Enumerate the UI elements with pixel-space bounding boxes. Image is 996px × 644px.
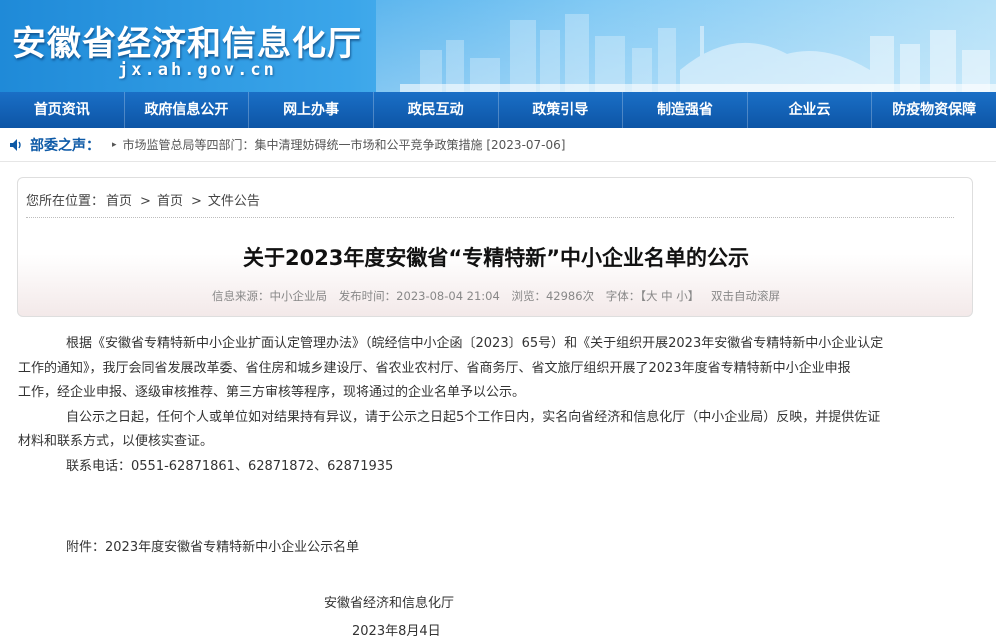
site-domain[interactable]: jx.ah.gov.cn [118,60,277,80]
speaker-icon [10,138,21,151]
paragraph-line: 工作的通知》，我厅会同省发展改革委、省住房和城乡建设厅、省农业农村厅、省商务厅、… [18,360,851,376]
paragraph-line: 自公示之日起，任何个人或单位如对结果持有异议，请于公示之日起5个工作日内，实名向… [66,409,881,425]
attachment-link[interactable]: 附件：2023年度安徽省专精特新中小企业公示名单 [66,536,359,555]
paragraph-line: 根据《安徽省专精特新中小企业扩面认定管理办法》（皖经信中小企函〔2023〕65号… [66,336,884,351]
news-ticker: 部委之声： ▸ 市场监管总局等四部门：集中清理妨碍统一市场和公平竞争政策措施 [… [0,128,996,162]
city-skyline-illustration [400,14,996,92]
meta-font-label: 字体： [605,289,641,303]
article-title: 关于2023年度安徽省“专精特新”中小企业名单的公示 [242,246,750,270]
breadcrumb-separator: > [140,194,151,209]
site-title[interactable]: 安徽省经济和信息化厅 [12,16,362,65]
nav-item-interaction[interactable]: 政民互动 [374,92,499,128]
site-banner: 安徽省经济和信息化厅 jx.ah.gov.cn [0,0,996,92]
article-body: 根据《安徽省专精特新中小企业扩面认定管理办法》（皖经信中小企函〔2023〕65号… [18,332,958,479]
nav-item-online-services[interactable]: 网上办事 [249,92,374,128]
nav-item-news[interactable]: 首页资讯 [0,92,125,128]
nav-item-policy[interactable]: 政策引导 [499,92,624,128]
breadcrumb-divider [26,217,954,218]
nav-item-gov-info[interactable]: 政府信息公开 [125,92,250,128]
breadcrumb-home-link[interactable]: 首页 [106,194,132,209]
nav-item-epidemic-supplies[interactable]: 防疫物资保障 [872,92,996,128]
breadcrumb: 您所在位置： 首页 > 首页 > 文件公告 [26,190,262,209]
breadcrumb-prefix: 您所在位置： [26,194,105,209]
main-nav: 首页资讯 政府信息公开 网上办事 政民互动 政策引导 制造强省 企业云 防疫物资… [0,92,996,128]
nav-item-enterprise-cloud[interactable]: 企业云 [748,92,873,128]
auto-scroll-toggle[interactable]: 双击自动滚屏 [711,289,780,303]
ticker-news-link[interactable]: 市场监管总局等四部门：集中清理妨碍统一市场和公平竞争政策措施 [2023-07-… [123,136,566,153]
signature-date: 2023年8月4日 [352,624,441,639]
ticker-label: 部委之声： [30,137,100,154]
signature-org: 安徽省经济和信息化厅 [324,596,455,611]
paragraph-line: 材料和联系方式，以便核实查证。 [18,434,214,449]
meta-time: 发布时间：2023-08-04 21:04 [338,289,500,303]
breadcrumb-separator: > [190,194,202,209]
paragraph-line: 工作，经企业申报、逐级审核推荐、第三方审核等程序，现将通过的企业名单予以公示。 [18,385,526,400]
breadcrumb-notices-link[interactable]: 文件公告 [208,194,260,209]
font-size-selector[interactable]: 【大 中 小】 [640,289,699,303]
triangle-right-icon: ▸ [112,139,117,150]
contact-phone: 联系电话：0551-62871861、62871872、62871935 [66,458,394,474]
nav-item-manufacturing[interactable]: 制造强省 [623,92,748,128]
meta-views: 浏览：42986次 [511,289,595,303]
article-header-card: 您所在位置： 首页 > 首页 > 文件公告 关于2023年度安徽省“专精特新”中小企业名单… [17,177,973,317]
meta-source: 信息来源：中小企业局 [212,289,328,303]
breadcrumb-home-link-2[interactable]: 首页 [157,194,183,209]
article-meta: 信息来源：中小企业局 发布时间：2023-08-04 21:04 浏览：4298… [18,288,974,304]
